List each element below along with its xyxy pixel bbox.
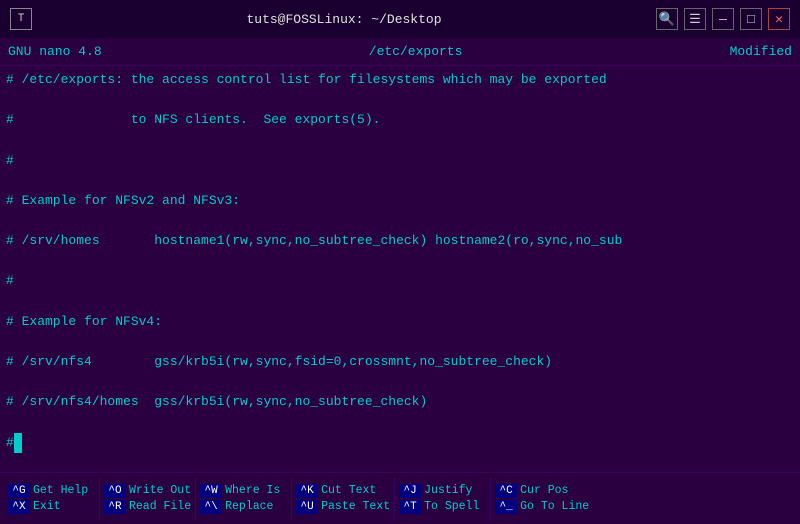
shortcut-row-^J[interactable]: ^JJustify <box>399 484 472 498</box>
shortcut-row-^C[interactable]: ^CCur Pos <box>495 484 568 498</box>
editor-line: # <box>6 433 794 453</box>
menu-button[interactable]: ☰ <box>684 8 706 30</box>
shortcut-group-4: ^JJustify^TTo Spell <box>395 473 490 524</box>
shortcut-label: Write Out <box>129 484 191 497</box>
key-badge: ^U <box>296 500 318 514</box>
title-bar-left: T <box>10 8 32 30</box>
maximize-button[interactable]: □ <box>740 8 762 30</box>
shortcut-row-^X[interactable]: ^XExit <box>8 500 61 514</box>
shortcut-group-2: ^WWhere Is^\Replace <box>196 473 291 524</box>
shortcut-row-^R[interactable]: ^RRead File <box>104 500 191 514</box>
key-badge: ^X <box>8 500 30 514</box>
key-badge: ^T <box>399 500 421 514</box>
shortcut-label: Get Help <box>33 484 88 497</box>
shortcut-label: Replace <box>225 500 273 513</box>
shortcut-label: Read File <box>129 500 191 513</box>
shortcut-label: To Spell <box>424 500 479 513</box>
editor-line: # /srv/nfs4 gss/krb5i(rw,sync,fsid=0,cro… <box>6 352 794 372</box>
key-badge: ^R <box>104 500 126 514</box>
window-icon[interactable]: T <box>10 8 32 30</box>
key-badge: ^W <box>200 484 222 498</box>
shortcut-row-^\[interactable]: ^\Replace <box>200 500 273 514</box>
minimize-button[interactable]: — <box>712 8 734 30</box>
title-bar: T tuts@FOSSLinux: ~/Desktop 🔍 ☰ — □ ✕ <box>0 0 800 38</box>
key-badge: ^_ <box>495 500 517 514</box>
shortcut-label: Cut Text <box>321 484 376 497</box>
editor-line: # /srv/nfs4/homes gss/krb5i(rw,sync,no_s… <box>6 392 794 412</box>
title-text: tuts@FOSSLinux: ~/Desktop <box>246 12 441 27</box>
nano-version: GNU nano 4.8 <box>8 44 102 59</box>
close-button[interactable]: ✕ <box>768 8 790 30</box>
search-button[interactable]: 🔍 <box>656 8 678 30</box>
shortcut-label: Go To Line <box>520 500 589 513</box>
shortcut-label: Paste Text <box>321 500 390 513</box>
key-badge: ^K <box>296 484 318 498</box>
editor-line: # /srv/homes hostname1(rw,sync,no_subtre… <box>6 231 794 251</box>
editor-area[interactable]: # /etc/exports: the access control list … <box>0 66 800 472</box>
shortcut-label: Exit <box>33 500 61 513</box>
shortcut-label: Justify <box>424 484 472 497</box>
shortcut-row-^_[interactable]: ^_Go To Line <box>495 500 589 514</box>
key-badge: ^\ <box>200 500 222 514</box>
shortcut-label: Cur Pos <box>520 484 568 497</box>
cursor <box>14 433 22 453</box>
editor-line: # to NFS clients. See exports(5). <box>6 110 794 130</box>
shortcut-row-^T[interactable]: ^TTo Spell <box>399 500 479 514</box>
shortcut-row-^W[interactable]: ^WWhere Is <box>200 484 280 498</box>
editor-line: # Example for NFSv4: <box>6 312 794 332</box>
shortcut-group-0: ^GGet Help^XExit <box>4 473 99 524</box>
editor-line: # <box>6 151 794 171</box>
shortcut-row-^K[interactable]: ^KCut Text <box>296 484 376 498</box>
key-badge: ^C <box>495 484 517 498</box>
key-badge: ^O <box>104 484 126 498</box>
nano-status-bar: GNU nano 4.8 /etc/exports Modified <box>0 38 800 66</box>
shortcut-row-^O[interactable]: ^OWrite Out <box>104 484 191 498</box>
shortcut-row-^G[interactable]: ^GGet Help <box>8 484 88 498</box>
shortcut-group-3: ^KCut Text^UPaste Text <box>292 473 394 524</box>
shortcut-group-5: ^CCur Pos^_Go To Line <box>491 473 593 524</box>
nano-modified: Modified <box>730 44 792 59</box>
shortcut-group-1: ^OWrite Out^RRead File <box>100 473 195 524</box>
shortcut-label: Where Is <box>225 484 280 497</box>
editor-line: # /etc/exports: the access control list … <box>6 70 794 90</box>
editor-line: # Example for NFSv2 and NFSv3: <box>6 191 794 211</box>
title-bar-right: 🔍 ☰ — □ ✕ <box>656 8 790 30</box>
shortcut-bar: ^GGet Help^XExit^OWrite Out^RRead File^W… <box>0 472 800 524</box>
shortcut-row-^U[interactable]: ^UPaste Text <box>296 500 390 514</box>
nano-filename: /etc/exports <box>369 44 463 59</box>
key-badge: ^G <box>8 484 30 498</box>
key-badge: ^J <box>399 484 421 498</box>
editor-line: # <box>6 271 794 291</box>
